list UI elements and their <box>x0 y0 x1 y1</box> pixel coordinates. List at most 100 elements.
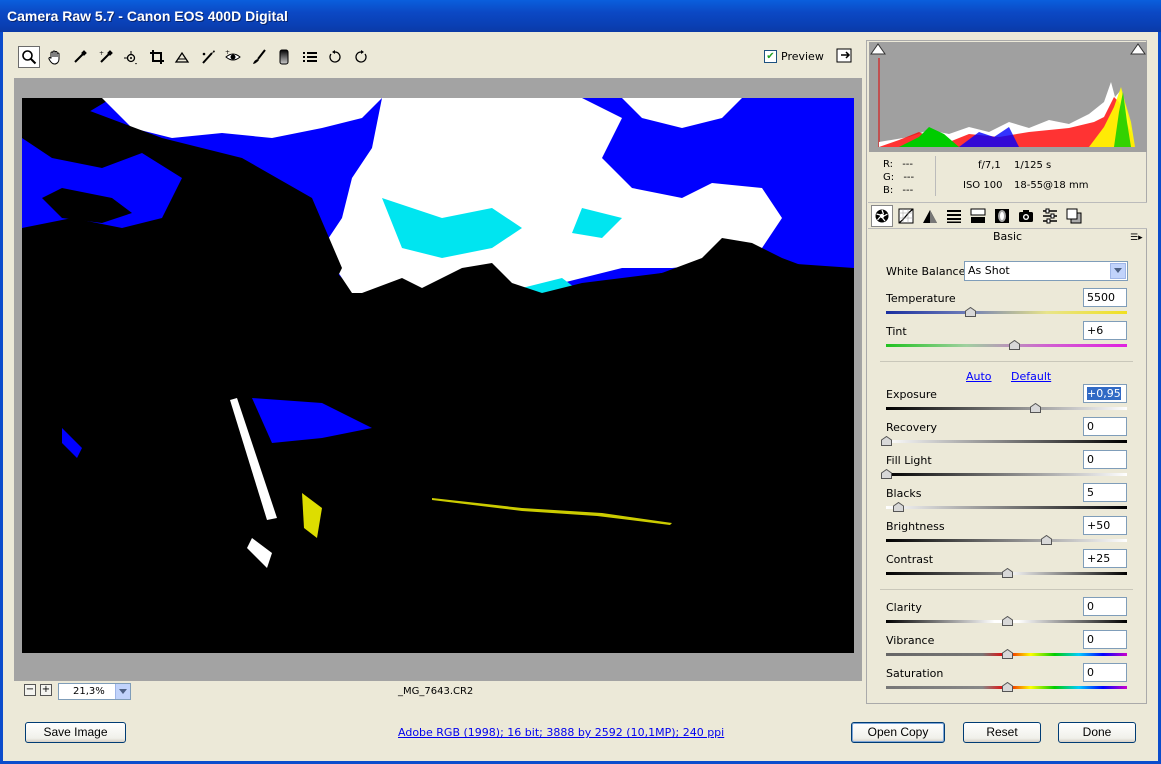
zoom-level-select[interactable]: 21,3% <box>58 683 131 700</box>
brightness-slider-thumb[interactable] <box>1041 534 1053 545</box>
crop-tool-button[interactable] <box>146 46 168 68</box>
color-sampler-tool-button[interactable]: + <box>95 46 117 68</box>
temperature-slider-track[interactable] <box>886 311 1127 314</box>
blacks-value: 5 <box>1087 486 1094 499</box>
temperature-value-field[interactable]: 5500 <box>1083 288 1127 307</box>
blacks-slider-thumb[interactable] <box>893 501 905 512</box>
preview-checkbox[interactable]: ✔ <box>764 50 777 63</box>
detail-icon <box>923 209 937 223</box>
brightness-slider-track[interactable] <box>886 539 1127 542</box>
done-button[interactable]: Done <box>1058 722 1136 743</box>
b-label: B: <box>883 185 894 196</box>
hand-tool-button[interactable] <box>44 46 66 68</box>
default-link[interactable]: Default <box>1011 370 1051 383</box>
target-adjustment-icon <box>124 51 137 65</box>
crop-icon <box>149 50 164 64</box>
separator <box>880 361 1133 362</box>
contrast-value: +25 <box>1087 552 1111 565</box>
clarity-value-field[interactable]: 0 <box>1083 597 1127 616</box>
tab-lens-corrections[interactable] <box>991 205 1013 227</box>
target-adjustment-tool-button[interactable] <box>120 46 142 68</box>
graduated-filter-icon <box>279 49 289 65</box>
fill-light-slider-thumb[interactable] <box>881 468 892 479</box>
blacks-slider-track[interactable] <box>886 506 1127 509</box>
exposure-label: Exposure <box>886 388 937 401</box>
brightness-value-field[interactable]: +50 <box>1083 516 1127 535</box>
saturation-value-field[interactable]: 0 <box>1083 663 1127 682</box>
recovery-label: Recovery <box>886 421 938 434</box>
reset-button[interactable]: Reset <box>963 722 1041 743</box>
tab-hsl-grayscale[interactable] <box>943 205 965 227</box>
exposure-slider-thumb[interactable] <box>1030 402 1042 413</box>
zoom-tool-button[interactable] <box>18 46 40 68</box>
white-balance-select[interactable]: As Shot <box>964 261 1128 281</box>
tint-value-field[interactable]: +6 <box>1083 321 1127 340</box>
recovery-slider-track[interactable] <box>886 440 1127 443</box>
lens-corrections-icon <box>995 208 1009 223</box>
open-copy-button[interactable]: Open Copy <box>851 722 945 743</box>
white-balance-tool-button[interactable] <box>69 46 91 68</box>
panel-menu-button[interactable]: ☰▸ <box>1130 233 1143 243</box>
save-image-button[interactable]: Save Image <box>25 722 126 743</box>
rotate-cw-button[interactable] <box>350 46 372 68</box>
photo-image <box>22 98 854 653</box>
chevron-down-icon <box>1110 263 1126 279</box>
exposure-slider-track[interactable] <box>886 407 1127 410</box>
adjustment-brush-tool-button[interactable] <box>248 46 270 68</box>
workflow-options-link[interactable]: Adobe RGB (1998); 16 bit; 3888 by 2592 (… <box>398 726 724 739</box>
tab-snapshots[interactable] <box>1063 205 1085 227</box>
panel-tabs <box>868 202 1147 229</box>
recovery-value-field[interactable]: 0 <box>1083 417 1127 436</box>
tab-split-toning[interactable] <box>967 205 989 227</box>
image-preview[interactable] <box>22 98 854 653</box>
white-balance-value: As Shot <box>968 264 1010 277</box>
contrast-slider-thumb[interactable] <box>1001 567 1013 578</box>
straighten-tool-button[interactable] <box>171 46 193 68</box>
spot-removal-tool-button[interactable] <box>197 46 219 68</box>
lens: 18-55@18 mm <box>1014 180 1089 191</box>
straighten-icon <box>174 51 190 63</box>
brightness-label: Brightness <box>886 520 945 533</box>
zoom-level-value: 21,3% <box>73 686 105 697</box>
rotate-ccw-button[interactable] <box>324 46 346 68</box>
red-eye-tool-button[interactable]: + <box>222 46 244 68</box>
adjustment-brush-icon <box>252 49 266 64</box>
r-label: R: <box>883 159 894 170</box>
fill-light-slider-track[interactable] <box>886 473 1127 476</box>
fullscreen-button[interactable] <box>836 47 854 65</box>
hand-icon <box>47 50 59 65</box>
info-separator <box>935 156 936 196</box>
zoom-out-button[interactable]: − <box>24 684 36 696</box>
preferences-tool-button[interactable] <box>299 46 321 68</box>
zoom-in-button[interactable]: + <box>40 684 52 696</box>
contrast-value-field[interactable]: +25 <box>1083 549 1127 568</box>
preview-toggle[interactable]: ✔ Preview <box>764 50 824 63</box>
fill-light-value-field[interactable]: 0 <box>1083 450 1127 469</box>
saturation-value: 0 <box>1087 666 1094 679</box>
exposure-value-field[interactable]: +0,95 <box>1083 384 1127 403</box>
saturation-slider-thumb[interactable] <box>1001 681 1013 692</box>
exposure-value: +0,95 <box>1087 387 1121 400</box>
auto-link[interactable]: Auto <box>966 370 992 383</box>
blacks-value-field[interactable]: 5 <box>1083 483 1127 502</box>
tint-slider-thumb[interactable] <box>1008 339 1020 350</box>
tint-slider-track[interactable] <box>886 344 1127 347</box>
fill-light-value: 0 <box>1087 453 1094 466</box>
aperture: f/7,1 <box>978 160 1001 171</box>
clarity-slider-thumb[interactable] <box>1001 615 1013 626</box>
graduated-filter-tool-button[interactable] <box>273 46 295 68</box>
g-value: --- <box>903 172 915 183</box>
tab-presets[interactable] <box>1039 205 1061 227</box>
temperature-label: Temperature <box>886 292 956 305</box>
rotate-cw-icon <box>354 50 367 63</box>
tab-camera-calibration[interactable] <box>1015 205 1037 227</box>
tab-basic[interactable] <box>871 204 893 227</box>
tab-tone-curve[interactable] <box>895 205 917 227</box>
saturation-label: Saturation <box>886 667 944 680</box>
hsl-icon <box>947 209 961 223</box>
recovery-slider-thumb[interactable] <box>881 435 892 446</box>
vibrance-value-field[interactable]: 0 <box>1083 630 1127 649</box>
temperature-slider-thumb[interactable] <box>965 306 977 317</box>
vibrance-slider-thumb[interactable] <box>1001 648 1013 659</box>
tab-detail[interactable] <box>919 205 941 227</box>
